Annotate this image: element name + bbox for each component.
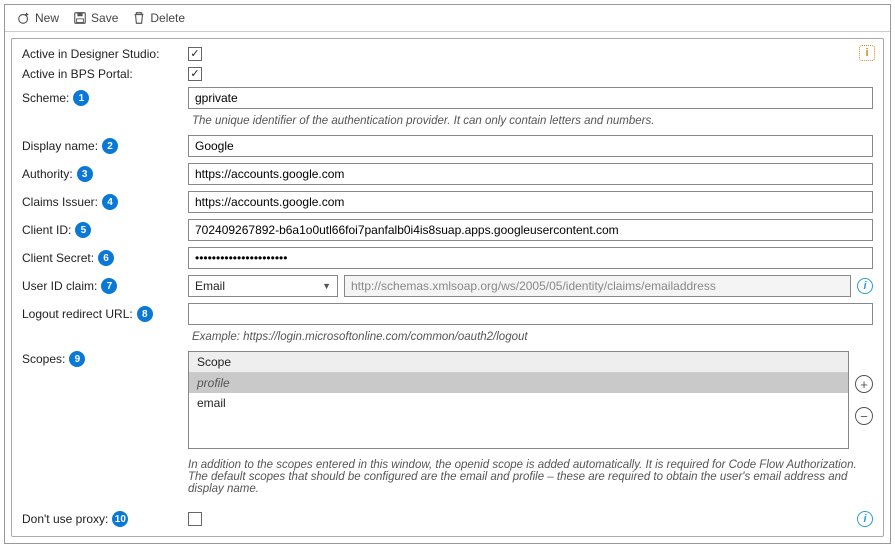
input-display-name[interactable] [188, 135, 873, 157]
hint-scopes: In addition to the scopes entered in thi… [188, 459, 873, 495]
badge-user-id-claim: 7 [101, 278, 117, 294]
badge-display-name: 2 [102, 138, 118, 154]
checkbox-active-designer[interactable]: ✓ [188, 47, 202, 61]
badge-scopes: 9 [69, 351, 85, 367]
save-button[interactable]: Save [69, 9, 122, 27]
badge-dont-use-proxy: 10 [112, 511, 128, 527]
label-authority: Authority: [22, 167, 73, 181]
label-scopes: Scopes: [22, 352, 65, 366]
badge-scheme: 1 [73, 90, 89, 106]
checkbox-active-bps[interactable]: ✓ [188, 67, 202, 81]
badge-authority: 3 [77, 166, 93, 182]
info-icon-user-id-claim[interactable]: i [857, 278, 873, 294]
form-panel: i Active in Designer Studio: ✓ Active in… [11, 38, 884, 537]
save-icon [73, 11, 87, 25]
trash-icon [132, 11, 146, 25]
label-logout-redirect: Logout redirect URL: [22, 307, 133, 321]
chevron-down-icon: ▼ [322, 281, 331, 291]
input-client-secret[interactable] [188, 247, 873, 269]
scopes-header: Scope [189, 352, 848, 373]
label-scheme: Scheme: [22, 91, 69, 105]
scope-row[interactable]: profile [189, 373, 848, 393]
dropdown-user-id-claim-value: Email [195, 279, 225, 293]
badge-logout-redirect: 8 [137, 306, 153, 322]
delete-label: Delete [150, 11, 185, 25]
new-button[interactable]: New [13, 9, 63, 27]
input-authority[interactable] [188, 163, 873, 185]
save-label: Save [91, 11, 118, 25]
dropdown-user-id-claim[interactable]: Email ▼ [188, 275, 338, 297]
new-label: New [35, 11, 59, 25]
hint-logout-redirect: Example: https://login.microsoftonline.c… [192, 331, 873, 343]
input-client-id[interactable] [188, 219, 873, 241]
scopes-list[interactable]: Scope profileemail [188, 351, 849, 449]
delete-button[interactable]: Delete [128, 9, 189, 27]
input-logout-redirect[interactable] [188, 303, 873, 325]
info-icon-dont-use-proxy[interactable]: i [857, 511, 873, 527]
input-claims-issuer[interactable] [188, 191, 873, 213]
toolbar: New Save Delete [5, 5, 890, 32]
label-user-id-claim: User ID claim: [22, 279, 97, 293]
label-dont-use-proxy: Don't use proxy: [22, 512, 108, 526]
readonly-user-id-claim-uri: http://schemas.xmlsoap.org/ws/2005/05/id… [344, 275, 851, 297]
label-active-bps: Active in BPS Portal: [22, 67, 133, 81]
badge-claims-issuer: 4 [102, 194, 118, 210]
badge-client-id: 5 [75, 222, 91, 238]
new-icon [17, 11, 31, 25]
label-display-name: Display name: [22, 139, 98, 153]
panel-info-icon[interactable]: i [859, 45, 875, 61]
badge-client-secret: 6 [98, 250, 114, 266]
add-scope-button[interactable]: + [855, 375, 873, 393]
remove-scope-button[interactable]: − [855, 407, 873, 425]
input-scheme[interactable] [188, 87, 873, 109]
label-client-id: Client ID: [22, 223, 71, 237]
label-claims-issuer: Claims Issuer: [22, 195, 98, 209]
checkbox-dont-use-proxy[interactable] [188, 512, 202, 526]
scope-row[interactable]: email [189, 393, 848, 413]
hint-scheme: The unique identifier of the authenticat… [192, 115, 873, 127]
label-client-secret: Client Secret: [22, 251, 94, 265]
label-active-designer: Active in Designer Studio: [22, 47, 159, 61]
